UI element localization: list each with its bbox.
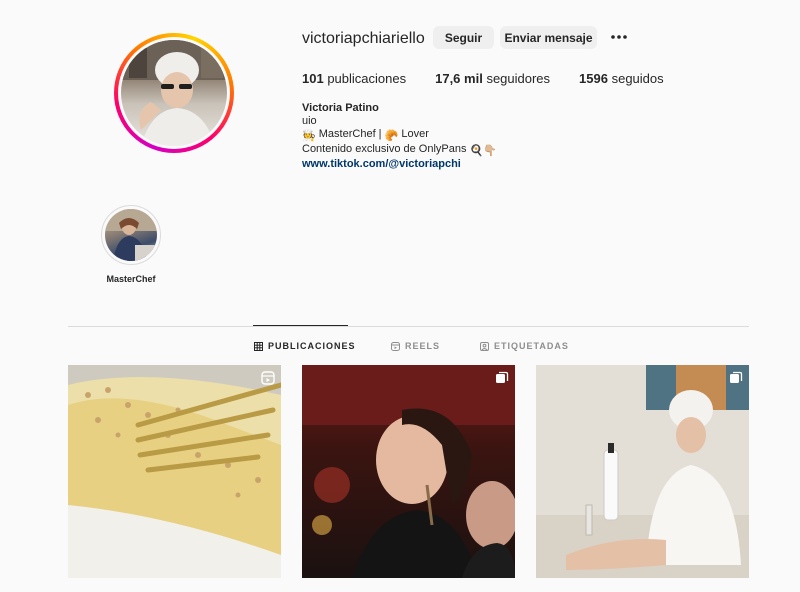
tab-reels-label: REELS (405, 341, 441, 351)
avatar-frame (118, 37, 230, 149)
post-3-image (536, 365, 749, 578)
tab-posts[interactable]: PUBLICACIONES (254, 340, 356, 352)
active-tab-indicator (253, 325, 348, 326)
pan-pointing-emoji-icon: 🍳👇🏼 (469, 145, 497, 157)
posts-label: publicaciones (327, 71, 407, 86)
bio-line-3-text: Contenido exclusivo de OnlyPans (302, 143, 467, 155)
tab-reels[interactable]: REELS (391, 340, 440, 352)
more-options-button[interactable] (609, 30, 629, 44)
posts-stat: 101 publicaciones (302, 71, 406, 87)
posts-count: 101 (302, 71, 324, 86)
post-2-image (302, 365, 515, 578)
profile-username: victoriapchiariello (302, 30, 425, 47)
reel-badge-icon (261, 371, 275, 385)
following-label: seguidos (611, 71, 664, 86)
avatar[interactable] (121, 40, 227, 146)
bio-line-2: 🧑‍🍳 MasterChef | 🥐 Lover (302, 128, 497, 143)
followers-count: 17,6 mil (435, 71, 483, 86)
profile-avatar-story-ring[interactable] (114, 33, 234, 153)
tabs-divider (68, 326, 749, 327)
post-1-image (68, 365, 281, 578)
carousel-badge-icon (496, 371, 509, 383)
ellipsis-icon (611, 35, 627, 39)
avatar-photo-illustration (121, 40, 227, 146)
profile-stats: 101 publicaciones 17,6 mil seguidores 15… (302, 71, 693, 87)
highlight-cover-illustration (105, 209, 157, 261)
highlight-label: MasterChef (106, 274, 156, 284)
post-thumbnail[interactable] (302, 365, 515, 578)
following-count: 1596 (579, 71, 608, 86)
tab-tagged-label: ETIQUETADAS (494, 341, 569, 351)
reels-icon (391, 341, 400, 351)
profile-full-name: Victoria Patino (302, 102, 379, 114)
bio-external-link[interactable]: www.tiktok.com/@victoriapchi (302, 158, 497, 171)
bio-line-3: Contenido exclusivo de OnlyPans 🍳👇🏼 (302, 143, 497, 158)
followers-label: seguidores (486, 71, 551, 86)
bio-line-2-suffix: Lover (401, 128, 429, 140)
following-stat[interactable]: 1596 seguidos (579, 71, 664, 87)
bio-line-1: uio (302, 115, 317, 127)
carousel-badge-icon (730, 371, 743, 383)
croissant-emoji-icon: 🥐 (384, 130, 399, 142)
highlight-masterchef[interactable] (101, 205, 161, 265)
send-message-button[interactable]: Enviar mensaje (500, 26, 597, 49)
bio-line-2-text: MasterChef | (318, 128, 382, 140)
highlight-cover (105, 209, 157, 261)
tab-tagged[interactable]: ETIQUETADAS (480, 340, 569, 352)
post-thumbnail[interactable] (68, 365, 281, 578)
follow-button[interactable]: Seguir (433, 26, 494, 49)
tab-posts-label: PUBLICACIONES (268, 341, 356, 351)
followers-stat[interactable]: 17,6 mil seguidores (435, 71, 550, 87)
grid-icon (254, 341, 263, 351)
chef-emoji-icon: 🧑‍🍳 (302, 130, 316, 142)
post-thumbnail[interactable] (536, 365, 749, 578)
tagged-icon (480, 341, 489, 351)
profile-bio: Victoria Patino uio 🧑‍🍳 MasterChef | 🥐 L… (302, 102, 497, 171)
